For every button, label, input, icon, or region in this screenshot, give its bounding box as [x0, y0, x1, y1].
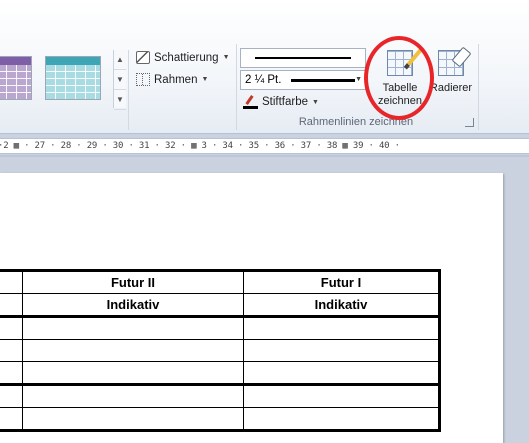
- table-cell[interactable]: [0, 293, 23, 318]
- table-cell[interactable]: [243, 339, 440, 362]
- scroll-down-icon[interactable]: ▼: [114, 70, 126, 90]
- conjugation-table[interactable]: Futur II Futur I Indikativ Indikativ: [0, 269, 441, 432]
- table-cell[interactable]: [22, 361, 244, 386]
- table-header-cell[interactable]: Indikativ: [22, 293, 244, 318]
- table-row: Futur II Futur I: [0, 270, 440, 294]
- ruler-scale: ·2 ▦ · 27 · 28 · 29 · 30 · 31 · 32 · ▦ 3…: [0, 141, 400, 151]
- table-cell[interactable]: [0, 339, 23, 362]
- pen-color-button[interactable]: Stiftfarbe ▼: [243, 95, 319, 109]
- table-cell[interactable]: [22, 316, 244, 340]
- table-style-purple[interactable]: [0, 56, 32, 100]
- ruler-divider: [0, 155, 529, 157]
- document-page[interactable]: Futur II Futur I Indikativ Indikativ: [0, 173, 503, 443]
- draw-table-label-line1: Tabelle: [382, 82, 418, 94]
- table-cell[interactable]: [22, 339, 244, 362]
- group-separator: [128, 50, 129, 130]
- scroll-up-icon[interactable]: ▲: [114, 50, 126, 70]
- borders-button[interactable]: Rahmen ▼: [136, 73, 208, 86]
- table-row: [0, 407, 440, 431]
- gallery-scroll[interactable]: ▲ ▼ ▼: [113, 50, 126, 110]
- table-cell[interactable]: [243, 316, 440, 340]
- chevron-down-icon: ▼: [355, 76, 362, 83]
- table-row: [0, 339, 440, 362]
- line-weight-combo[interactable]: 2 ¼ Pt. ▼: [240, 70, 366, 90]
- table-header-cell[interactable]: Futur I: [243, 270, 440, 294]
- table-row: [0, 316, 440, 340]
- dialog-launcher-icon[interactable]: [465, 118, 474, 127]
- draw-table-label-line2: zeichnen: [377, 95, 423, 107]
- table-row: [0, 384, 440, 408]
- table-cell[interactable]: [22, 384, 244, 408]
- horizontal-ruler[interactable]: ·2 ▦ · 27 · 28 · 29 · 30 · 31 · 32 · ▦ 3…: [0, 138, 529, 154]
- table-cell[interactable]: [243, 361, 440, 386]
- table-cell[interactable]: [243, 407, 440, 431]
- line-weight-preview: [291, 79, 355, 82]
- paint-bucket-icon: [136, 51, 150, 64]
- chevron-down-icon: ▼: [222, 54, 230, 61]
- table-row: Indikativ Indikativ: [0, 293, 440, 318]
- table-row: [0, 361, 440, 386]
- eraser-icon: [438, 50, 464, 76]
- table-header-cell[interactable]: Indikativ: [243, 293, 440, 318]
- line-style-preview: [255, 57, 351, 59]
- table-cell[interactable]: [243, 384, 440, 408]
- eraser-button[interactable]: Radierer: [426, 50, 476, 114]
- borders-icon: [136, 73, 150, 86]
- draw-table-button[interactable]: Tabelle zeichnen: [375, 50, 425, 114]
- borders-label: Rahmen: [154, 73, 198, 86]
- table-cell[interactable]: [0, 384, 23, 408]
- pen-color-label: Stiftfarbe: [262, 96, 309, 108]
- pen-color-icon: [243, 95, 258, 109]
- table-cell[interactable]: [0, 407, 23, 431]
- chevron-down-icon: ▼: [312, 98, 319, 106]
- line-style-combo[interactable]: [240, 48, 366, 68]
- table-cell[interactable]: [22, 407, 244, 431]
- shading-button[interactable]: Schattierung ▼: [136, 51, 230, 64]
- table-style-teal[interactable]: [45, 56, 101, 100]
- table-cell[interactable]: [0, 316, 23, 340]
- line-weight-value: 2 ¼ Pt.: [245, 74, 282, 86]
- draw-table-icon: [387, 50, 413, 76]
- table-header-cell[interactable]: Futur II: [22, 270, 244, 294]
- eraser-label: Radierer: [429, 82, 473, 94]
- shading-label: Schattierung: [154, 51, 219, 64]
- group-label-draw-borders: Rahmenlinien zeichnen: [298, 116, 414, 128]
- gallery-more-icon[interactable]: ▼: [114, 90, 126, 110]
- chevron-down-icon: ▼: [201, 76, 209, 83]
- group-separator: [478, 44, 479, 130]
- table-cell[interactable]: [0, 361, 23, 386]
- table-cell[interactable]: [0, 270, 23, 294]
- ribbon: ▲ ▼ ▼ Schattierung ▼ Rahmen ▼ 2 ¼ Pt. ▼ …: [0, 0, 529, 134]
